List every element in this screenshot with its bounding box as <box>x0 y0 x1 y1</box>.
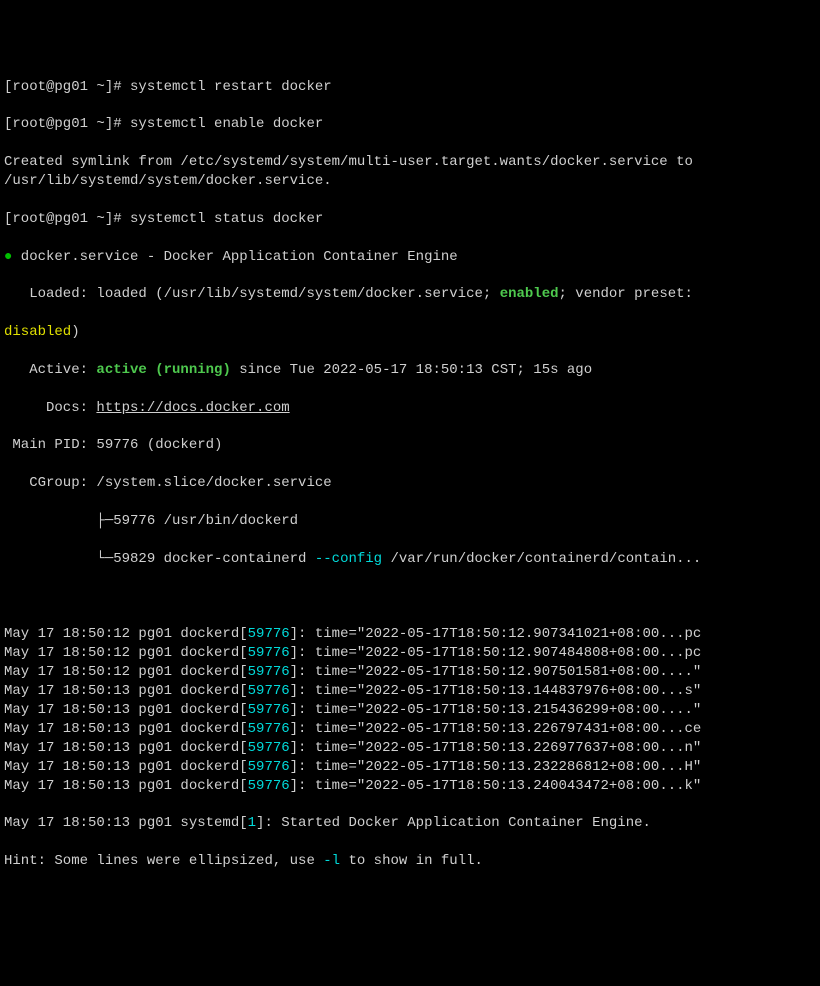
systemd-suffix: ]: Started Docker Application Container … <box>256 815 651 831</box>
mainpid-label: Main PID: <box>4 437 96 453</box>
log-prefix: May 17 18:50:13 pg01 dockerd[ <box>4 702 248 718</box>
log-pid: 59776 <box>248 645 290 661</box>
service-header: ● docker.service - Docker Application Co… <box>4 248 816 267</box>
systemd-pid: 1 <box>248 815 256 831</box>
log-suffix: ]: time="2022-05-17T18:50:13.232286812+0… <box>290 759 702 775</box>
log-suffix: ]: time="2022-05-17T18:50:13.226797431+0… <box>290 721 702 737</box>
hint-prefix: Hint: Some lines were ellipsized, use <box>4 853 323 869</box>
log-line: May 17 18:50:12 pg01 dockerd[59776]: tim… <box>4 663 816 682</box>
symlink-output: Created symlink from /etc/systemd/system… <box>4 153 816 191</box>
log-line: May 17 18:50:12 pg01 dockerd[59776]: tim… <box>4 644 816 663</box>
log-line: May 17 18:50:13 pg01 dockerd[59776]: tim… <box>4 758 816 777</box>
log-prefix: May 17 18:50:12 pg01 dockerd[ <box>4 626 248 642</box>
log-line: May 17 18:50:13 pg01 dockerd[59776]: tim… <box>4 701 816 720</box>
docs-line: Docs: https://docs.docker.com <box>4 399 816 418</box>
cgroup-child-2a: └─59829 docker-containerd <box>4 551 315 567</box>
log-prefix: May 17 18:50:13 pg01 dockerd[ <box>4 759 248 775</box>
enabled-status: enabled <box>500 286 559 302</box>
shell-prompt: [root@pg01 ~]# <box>4 211 130 227</box>
hint-suffix: to show in full. <box>340 853 483 869</box>
loaded-label: Loaded: <box>4 286 96 302</box>
log-line: May 17 18:50:13 pg01 dockerd[59776]: tim… <box>4 777 816 796</box>
prompt-line-2: [root@pg01 ~]# systemctl enable docker <box>4 115 816 134</box>
log-suffix: ]: time="2022-05-17T18:50:13.215436299+0… <box>290 702 702 718</box>
docs-label: Docs: <box>4 400 96 416</box>
log-pid: 59776 <box>248 664 290 680</box>
log-suffix: ]: time="2022-05-17T18:50:12.907484808+0… <box>290 645 702 661</box>
active-since: since Tue 2022-05-17 18:50:13 CST; 15s a… <box>231 362 592 378</box>
log-line: May 17 18:50:13 pg01 dockerd[59776]: tim… <box>4 739 816 758</box>
vendor-preset-label: ; vendor preset: <box>559 286 702 302</box>
disabled-status: disabled <box>4 324 71 340</box>
log-line: May 17 18:50:13 pg01 dockerd[59776]: tim… <box>4 720 816 739</box>
mainpid-line: Main PID: 59776 (dockerd) <box>4 436 816 455</box>
active-status: active (running) <box>96 362 230 378</box>
log-prefix: May 17 18:50:13 pg01 dockerd[ <box>4 683 248 699</box>
shell-prompt: [root@pg01 ~]# <box>4 79 130 95</box>
log-prefix: May 17 18:50:13 pg01 dockerd[ <box>4 721 248 737</box>
active-line: Active: active (running) since Tue 2022-… <box>4 361 816 380</box>
log-pid: 59776 <box>248 683 290 699</box>
log-prefix: May 17 18:50:12 pg01 dockerd[ <box>4 664 248 680</box>
terminal-output: [root@pg01 ~]# systemctl restart docker … <box>4 59 816 890</box>
command-text: systemctl restart docker <box>130 79 332 95</box>
log-line: May 17 18:50:12 pg01 dockerd[59776]: tim… <box>4 625 816 644</box>
close-paren: ) <box>71 324 79 340</box>
cgroup-value: /system.slice/docker.service <box>96 475 331 491</box>
log-suffix: ]: time="2022-05-17T18:50:12.907341021+0… <box>290 626 702 642</box>
log-pid: 59776 <box>248 626 290 642</box>
log-line: May 17 18:50:13 pg01 dockerd[59776]: tim… <box>4 682 816 701</box>
log-suffix: ]: time="2022-05-17T18:50:13.226977637+0… <box>290 740 702 756</box>
log-pid: 59776 <box>248 702 290 718</box>
disabled-line: disabled) <box>4 323 816 342</box>
cgroup-child-2: └─59829 docker-containerd --config /var/… <box>4 550 816 569</box>
command-text: systemctl status docker <box>130 211 323 227</box>
log-prefix: May 17 18:50:13 pg01 dockerd[ <box>4 778 248 794</box>
shell-prompt: [root@pg01 ~]# <box>4 116 130 132</box>
log-pid: 59776 <box>248 759 290 775</box>
log-prefix: May 17 18:50:13 pg01 dockerd[ <box>4 740 248 756</box>
log-suffix: ]: time="2022-05-17T18:50:12.907501581+0… <box>290 664 702 680</box>
loaded-line: Loaded: loaded (/usr/lib/systemd/system/… <box>4 285 816 304</box>
config-flag: --config <box>315 551 382 567</box>
prompt-line-1: [root@pg01 ~]# systemctl restart docker <box>4 78 816 97</box>
log-pid: 59776 <box>248 740 290 756</box>
command-text: systemctl enable docker <box>130 116 323 132</box>
hint-line: Hint: Some lines were ellipsized, use -l… <box>4 852 816 871</box>
prompt-line-3: [root@pg01 ~]# systemctl status docker <box>4 210 816 229</box>
cgroup-line: CGroup: /system.slice/docker.service <box>4 474 816 493</box>
active-label: Active: <box>4 362 96 378</box>
cgroup-child-1: ├─59776 /usr/bin/dockerd <box>4 512 816 531</box>
log-suffix: ]: time="2022-05-17T18:50:13.144837976+0… <box>290 683 702 699</box>
docs-url[interactable]: https://docs.docker.com <box>96 400 289 416</box>
service-title: docker.service - Docker Application Cont… <box>12 249 457 265</box>
blank-line <box>4 588 816 607</box>
cgroup-label: CGroup: <box>4 475 96 491</box>
mainpid-value: 59776 (dockerd) <box>96 437 222 453</box>
log-pid: 59776 <box>248 721 290 737</box>
log-pid: 59776 <box>248 778 290 794</box>
log-lines-container: May 17 18:50:12 pg01 dockerd[59776]: tim… <box>4 625 816 795</box>
log-suffix: ]: time="2022-05-17T18:50:13.240043472+0… <box>290 778 702 794</box>
systemd-prefix: May 17 18:50:13 pg01 systemd[ <box>4 815 248 831</box>
loaded-value: loaded (/usr/lib/systemd/system/docker.s… <box>96 286 499 302</box>
hint-flag: -l <box>323 853 340 869</box>
systemd-started-line: May 17 18:50:13 pg01 systemd[1]: Started… <box>4 814 816 833</box>
cgroup-child-2c: /var/run/docker/containerd/contain... <box>382 551 701 567</box>
log-prefix: May 17 18:50:12 pg01 dockerd[ <box>4 645 248 661</box>
